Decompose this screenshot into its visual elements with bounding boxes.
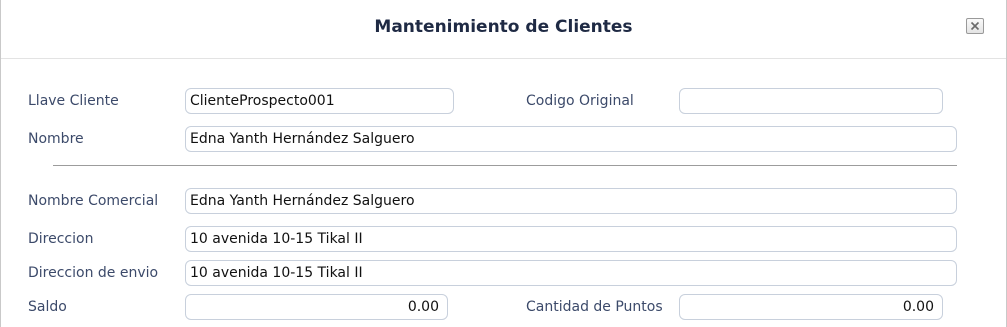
nombre-label: Nombre: [28, 131, 84, 147]
llave-cliente-input[interactable]: ClienteProspecto001: [185, 88, 454, 114]
cantidad-puntos-label: Cantidad de Puntos: [526, 299, 663, 315]
section-divider: [53, 165, 957, 166]
nombre-input[interactable]: Edna Yanth Hernández Salguero: [185, 126, 957, 152]
codigo-original-label: Codigo Original: [526, 93, 634, 109]
clientes-dialog: Mantenimiento de Clientes Llave Cliente …: [0, 0, 1007, 327]
direccion-label: Direccion: [28, 231, 94, 247]
saldo-label: Saldo: [28, 299, 67, 315]
llave-cliente-label: Llave Cliente: [28, 93, 119, 109]
saldo-input[interactable]: 0.00: [185, 294, 448, 320]
dialog-header: Mantenimiento de Clientes: [1, 0, 1006, 59]
close-icon: [970, 21, 980, 31]
direccion-envio-label: Direccion de envio: [28, 265, 159, 281]
direccion-envio-input[interactable]: 10 avenida 10-15 Tikal II: [185, 260, 957, 286]
dialog-title: Mantenimiento de Clientes: [374, 17, 633, 37]
direccion-input[interactable]: 10 avenida 10-15 Tikal II: [185, 226, 957, 252]
codigo-original-input[interactable]: [679, 88, 943, 114]
close-button[interactable]: [966, 18, 984, 34]
nombre-comercial-label: Nombre Comercial: [28, 193, 159, 209]
cantidad-puntos-input[interactable]: 0.00: [679, 294, 943, 320]
nombre-comercial-input[interactable]: Edna Yanth Hernández Salguero: [185, 188, 957, 214]
